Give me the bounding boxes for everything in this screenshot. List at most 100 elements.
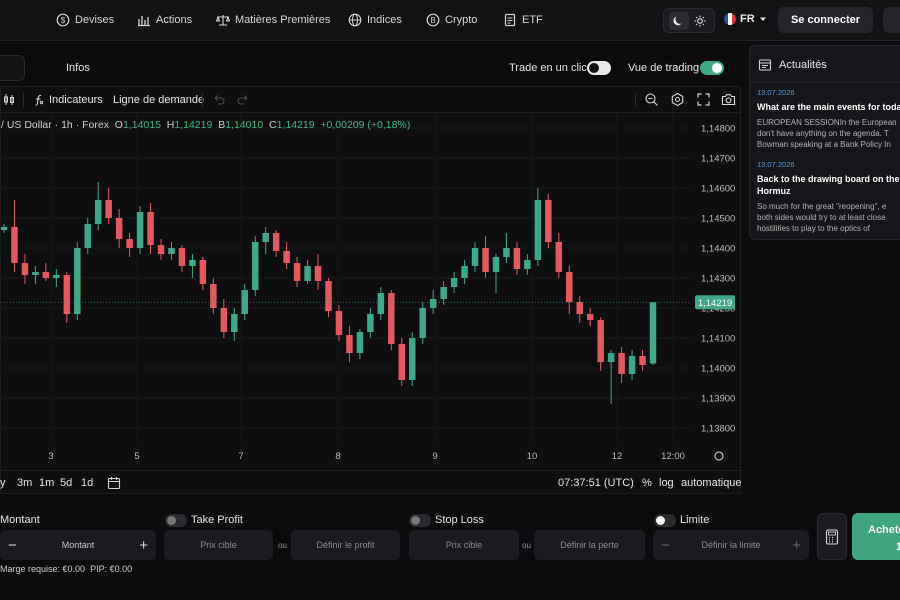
trading-view-toggle[interactable] [700,61,724,75]
bar-chart-icon [138,16,150,27]
calculator-button[interactable] [817,513,847,560]
trading-view-label: Vue de trading [628,62,700,74]
x-tick-label: 9 [432,451,437,462]
candle-body [545,200,552,242]
take-profit-target-input[interactable]: Prix cible [164,530,273,560]
y-tick-label: 1,14500 [701,214,735,225]
news-item[interactable]: 13.07.2026 What are the main events for … [757,88,900,150]
x-tick-label: 3 [48,451,53,462]
one-click-toggle[interactable] [587,61,611,75]
candle-body [94,200,102,224]
nav-item-etf[interactable]: ETF [503,13,543,27]
y-tick-label: 1,14100 [701,334,735,345]
percent-scale-button[interactable]: % [642,477,652,489]
range-year-button[interactable]: y [0,477,6,489]
y-tick-label: 1,13900 [701,394,735,405]
candle-body [346,335,353,353]
candle-body [492,257,500,272]
tab-infos[interactable]: Infos [66,62,90,74]
camera-icon[interactable] [721,92,736,107]
news-headline[interactable]: What are the main events for toda [757,101,900,113]
redo-icon[interactable] [236,92,251,107]
auto-scale-button[interactable]: automatique [681,477,742,489]
news-headline-line2[interactable]: Hormuz [757,185,900,197]
nav-item-actions[interactable]: Actions [137,13,192,27]
calendar-range-icon[interactable] [107,476,121,490]
x-tick-label: 7 [238,451,243,462]
range-1d-button[interactable]: 1d [81,477,93,489]
limit-stepper[interactable]: − Définir la limite + [653,530,809,560]
candlestick-chart[interactable]: 1,14800 1,14700 1,14600 1,14500 1,14400 1,143… [1,113,742,470]
minus-icon[interactable]: − [8,537,17,554]
candle-body [42,272,50,278]
toolbar-divider [23,93,24,107]
amount-input[interactable]: Montant [62,540,95,550]
candle-body [628,356,636,374]
candle-body [597,320,604,362]
language-selector[interactable]: FR [724,13,767,25]
news-divider [750,82,900,83]
sun-icon[interactable] [690,12,710,30]
nav-item-crypto[interactable]: B Crypto [426,13,477,27]
news-headline[interactable]: Back to the drawing board on the [757,173,900,185]
axis-settings-icon[interactable] [714,451,724,461]
france-flag-icon [724,13,736,25]
nav-item-commodities[interactable]: Matières Premières [216,13,330,27]
limit-toggle[interactable] [654,514,676,527]
range-1m-button[interactable]: 1m [39,477,54,489]
candle-body [388,293,395,344]
zoom-search-icon[interactable] [644,92,659,107]
fullscreen-icon[interactable] [696,92,711,107]
y-tick-label: 1,14000 [701,364,735,375]
candle-body [639,356,646,365]
set-loss-input[interactable]: Définir la perte [534,530,645,560]
y-tick-label: 1,14400 [701,244,735,255]
set-profit-input[interactable]: Définir le profit [291,530,400,560]
settings-icon[interactable] [670,92,685,107]
limit-input[interactable]: Définir la limite [701,540,760,550]
amount-label: Montant [0,514,40,526]
nav-item-devises[interactable]: $ Devises [56,13,114,27]
news-body-line: Bowman speaking at a Bank Policy In [757,140,891,149]
toggle-knob [411,516,420,525]
plus-icon[interactable]: + [792,537,801,554]
login-button[interactable]: Se connecter [778,7,873,33]
legend-close-value: 1,14219 [276,119,315,131]
candle-body [513,248,521,269]
log-scale-button[interactable]: log [659,477,674,489]
utc-clock[interactable]: 07:37:51 (UTC) [558,477,634,489]
demand-line-button[interactable]: Ligne de demande [113,94,204,106]
moon-icon[interactable] [668,11,689,30]
plus-icon[interactable]: + [139,537,148,554]
undo-icon[interactable] [211,92,226,107]
amount-stepper[interactable]: − Montant + [0,530,156,560]
candle-body [450,278,458,287]
buy-button[interactable]: Achete 1 [852,513,900,560]
news-title: Actualités [779,59,827,71]
legend-close-label: C [269,119,277,131]
candle-body [618,353,625,374]
tab-chart[interactable] [0,55,25,81]
nav-label: Matières Premières [235,14,331,26]
y-tick-label: 1,14300 [701,274,735,285]
signup-button[interactable] [883,7,900,33]
candle-body [304,266,311,281]
candle-body [272,233,280,251]
news-item[interactable]: 13.07.2026 Back to the drawing board on … [757,160,900,234]
minus-icon[interactable]: − [661,537,670,554]
indicators-button[interactable]: Indicateurs [33,94,103,106]
candle-body [649,302,657,364]
range-3m-button[interactable]: 3m [17,477,32,489]
candlestick-type-icon[interactable] [3,92,18,107]
range-5d-button[interactable]: 5d [60,477,72,489]
toolbar-divider [202,93,203,107]
take-profit-toggle[interactable] [165,514,187,527]
stop-loss-target-input[interactable]: Prix cible [409,530,519,560]
limit-label: Limite [680,514,710,526]
theme-toggle[interactable] [663,8,715,33]
y-tick-label: 1,14700 [701,154,735,165]
nav-item-indices[interactable]: Indices [348,13,402,27]
stop-loss-toggle[interactable] [409,514,431,527]
candle-body [429,299,437,308]
news-body-line: both sides would try to at least close [757,213,886,222]
